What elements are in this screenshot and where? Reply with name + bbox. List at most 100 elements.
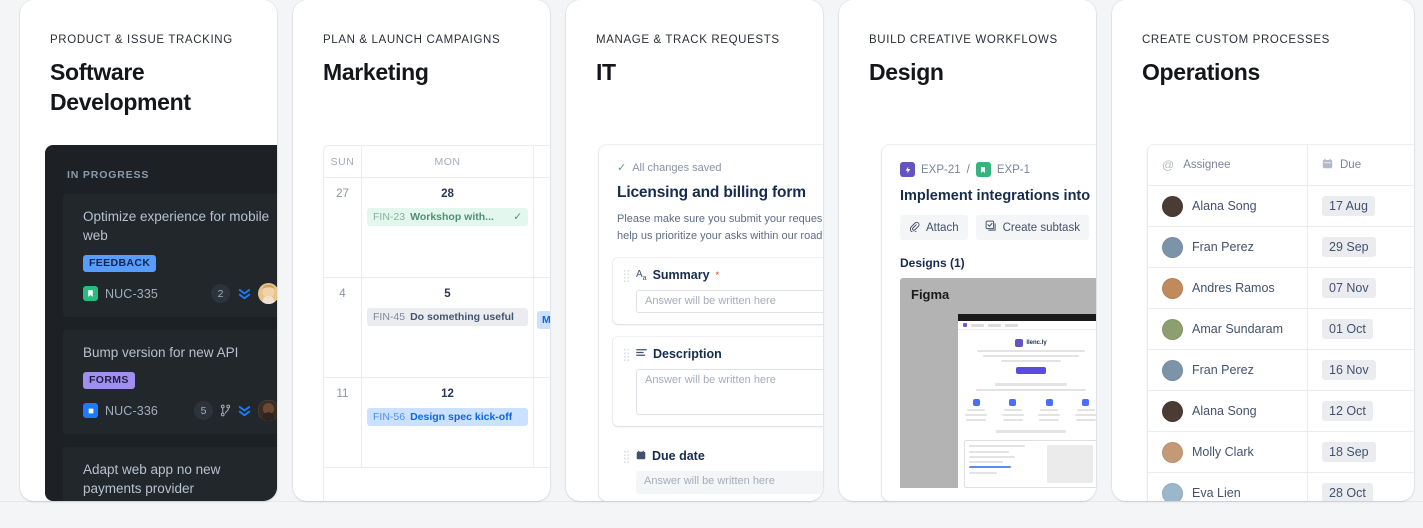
calendar-event-overflow[interactable]: M (537, 311, 550, 329)
form-preview (964, 440, 1096, 488)
due-date-input[interactable]: Answer will be written here (636, 471, 823, 494)
drag-handle-icon[interactable] (623, 268, 630, 282)
table-row[interactable]: Alana Song 12 Oct (1148, 391, 1414, 432)
avatar[interactable] (1162, 236, 1183, 258)
calendar-day-mon[interactable]: 5 FIN-45 Do something useful (362, 278, 534, 377)
cell-assignee[interactable]: Alana Song (1148, 391, 1308, 431)
attach-button[interactable]: Attach (900, 215, 968, 240)
cell-due[interactable]: 29 Sep (1308, 227, 1414, 267)
avatar[interactable] (1162, 359, 1183, 381)
due-date-badge: 29 Sep (1322, 237, 1376, 257)
breadcrumb[interactable]: EXP-21 / EXP-1 (900, 162, 1096, 177)
operations-table[interactable]: @ Assignee Due Alana Song 17 Aug Fran Pe… (1148, 145, 1414, 501)
board-card-key[interactable]: NUC-336 (105, 404, 158, 418)
board-card-count: 2 (211, 284, 230, 303)
avatar[interactable] (1162, 482, 1183, 501)
breadcrumb-child[interactable]: EXP-1 (997, 164, 1030, 176)
cell-due[interactable]: 12 Oct (1308, 391, 1414, 431)
summary-input[interactable]: Answer will be written here (636, 290, 823, 313)
board-card[interactable]: Optimize experience for mobile web FEEDB… (63, 194, 277, 317)
avatar[interactable] (1162, 318, 1183, 340)
due-date-badge: 07 Nov (1322, 278, 1376, 298)
cell-due[interactable]: 17 Aug (1308, 186, 1414, 226)
cell-due[interactable]: 01 Oct (1308, 309, 1414, 349)
calendar-day-sun[interactable]: 4 (324, 278, 362, 377)
board-card[interactable]: Adapt web app no new payments provider (63, 447, 277, 501)
table-row[interactable]: Fran Perez 16 Nov (1148, 350, 1414, 391)
calendar-day-mon[interactable]: 12 FIN-56 Design spec kick-off (362, 378, 534, 467)
table-row[interactable]: Eva Lien 28 Oct (1148, 473, 1414, 501)
template-card-it[interactable]: MANAGE & TRACK REQUESTS IT ✓ All changes… (566, 0, 823, 501)
calendar-day-sun[interactable]: 27 (324, 178, 362, 277)
nav-item (1005, 323, 1018, 327)
form-field-summary[interactable]: Aa Summary * Answer will be written here (613, 258, 823, 324)
calendar-event-code: FIN-56 (373, 411, 406, 423)
avatar[interactable] (258, 400, 277, 421)
drag-handle-icon[interactable] (623, 449, 630, 463)
cell-due[interactable]: 28 Oct (1308, 473, 1414, 501)
cell-assignee[interactable]: Molly Clark (1148, 432, 1308, 472)
calendar-view[interactable]: SUN MON 27 28 FIN-23 Workshop with... ✓ (323, 145, 550, 501)
calendar-day-next[interactable]: M (534, 278, 550, 377)
breadcrumb-separator: / (966, 163, 970, 176)
calendar-week-row: 27 28 FIN-23 Workshop with... ✓ (324, 178, 550, 278)
cell-assignee[interactable]: Eva Lien (1148, 473, 1308, 501)
calendar-event[interactable]: FIN-23 Workshop with... ✓ (367, 208, 528, 226)
form-field-description[interactable]: Description Answer will be written here (613, 337, 823, 426)
breadcrumb-parent[interactable]: EXP-21 (921, 164, 961, 176)
table-row[interactable]: Alana Song 17 Aug (1148, 186, 1414, 227)
table-header-due[interactable]: Due (1308, 145, 1414, 185)
calendar-day-next[interactable] (534, 178, 550, 277)
cell-assignee[interactable]: Fran Perez (1148, 227, 1308, 267)
cell-assignee[interactable]: Andres Ramos (1148, 268, 1308, 308)
create-subtask-button[interactable]: Create subtask (975, 215, 1089, 240)
calendar-day-next[interactable] (534, 378, 550, 467)
text-line (976, 389, 1086, 391)
board-card-title: Optimize experience for mobile web (83, 209, 270, 243)
board-card-footer: NUC-335 2 (83, 283, 277, 304)
feature-column (1001, 399, 1025, 421)
table-row[interactable]: Molly Clark 18 Sep (1148, 432, 1414, 473)
description-input[interactable]: Answer will be written here (636, 369, 823, 415)
calendar-day-mon[interactable]: 28 FIN-23 Workshop with... ✓ (362, 178, 534, 277)
calendar-header-sun: SUN (324, 146, 362, 177)
text-line (1076, 409, 1095, 411)
template-card-software-development[interactable]: PRODUCT & ISSUE TRACKING Software Develo… (20, 0, 277, 501)
avatar[interactable] (1162, 441, 1183, 463)
template-card-operations[interactable]: CREATE CUSTOM PROCESSES Operations @ Ass… (1112, 0, 1414, 501)
cell-due[interactable]: 07 Nov (1308, 268, 1414, 308)
avatar[interactable] (1162, 400, 1183, 422)
calendar-day-sun[interactable]: 11 (324, 378, 362, 467)
due-date-badge: 16 Nov (1322, 360, 1376, 380)
issue-detail-panel[interactable]: EXP-21 / EXP-1 Implement integrations in… (882, 145, 1096, 501)
calendar-event[interactable]: FIN-45 Do something useful (367, 308, 528, 326)
board-card-label[interactable]: FEEDBACK (83, 255, 157, 272)
cell-assignee[interactable]: Fran Perez (1148, 350, 1308, 390)
drag-handle-icon[interactable] (623, 347, 630, 361)
cell-assignee[interactable]: Alana Song (1148, 186, 1308, 226)
cell-due[interactable]: 16 Nov (1308, 350, 1414, 390)
table-header-assignee[interactable]: @ Assignee (1148, 145, 1308, 185)
table-row[interactable]: Amar Sundaram 01 Oct (1148, 309, 1414, 350)
cell-due[interactable]: 18 Sep (1308, 432, 1414, 472)
save-status: ✓ All changes saved (617, 161, 823, 175)
table-row[interactable]: Andres Ramos 07 Nov (1148, 268, 1414, 309)
due-date-badge: 01 Oct (1322, 319, 1373, 339)
figma-preview[interactable]: Figma llenc.ly (900, 278, 1096, 488)
calendar-event[interactable]: FIN-56 Design spec kick-off (367, 408, 528, 426)
board-card-key[interactable]: NUC-335 (105, 287, 158, 301)
template-card-marketing[interactable]: PLAN & LAUNCH CAMPAIGNS Marketing SUN MO… (293, 0, 550, 501)
assignee-name: Alana Song (1192, 404, 1257, 418)
board-card-label[interactable]: FORMS (83, 372, 135, 389)
form-field-due-date[interactable]: Due date Answer will be written here (613, 439, 823, 501)
kanban-board[interactable]: IN PROGRESS Optimize experience for mobi… (45, 145, 277, 501)
table-row[interactable]: Fran Perez 29 Sep (1148, 227, 1414, 268)
template-card-design[interactable]: BUILD CREATIVE WORKFLOWS Design EXP-21 /… (839, 0, 1096, 501)
cell-assignee[interactable]: Amar Sundaram (1148, 309, 1308, 349)
avatar[interactable] (1162, 195, 1183, 217)
board-card[interactable]: Bump version for new API FORMS NUC-336 5 (63, 330, 277, 434)
avatar[interactable] (1162, 277, 1183, 299)
request-form-panel[interactable]: ✓ All changes saved Licensing and billin… (599, 145, 823, 501)
text-line (1075, 419, 1096, 421)
avatar[interactable] (258, 283, 277, 304)
